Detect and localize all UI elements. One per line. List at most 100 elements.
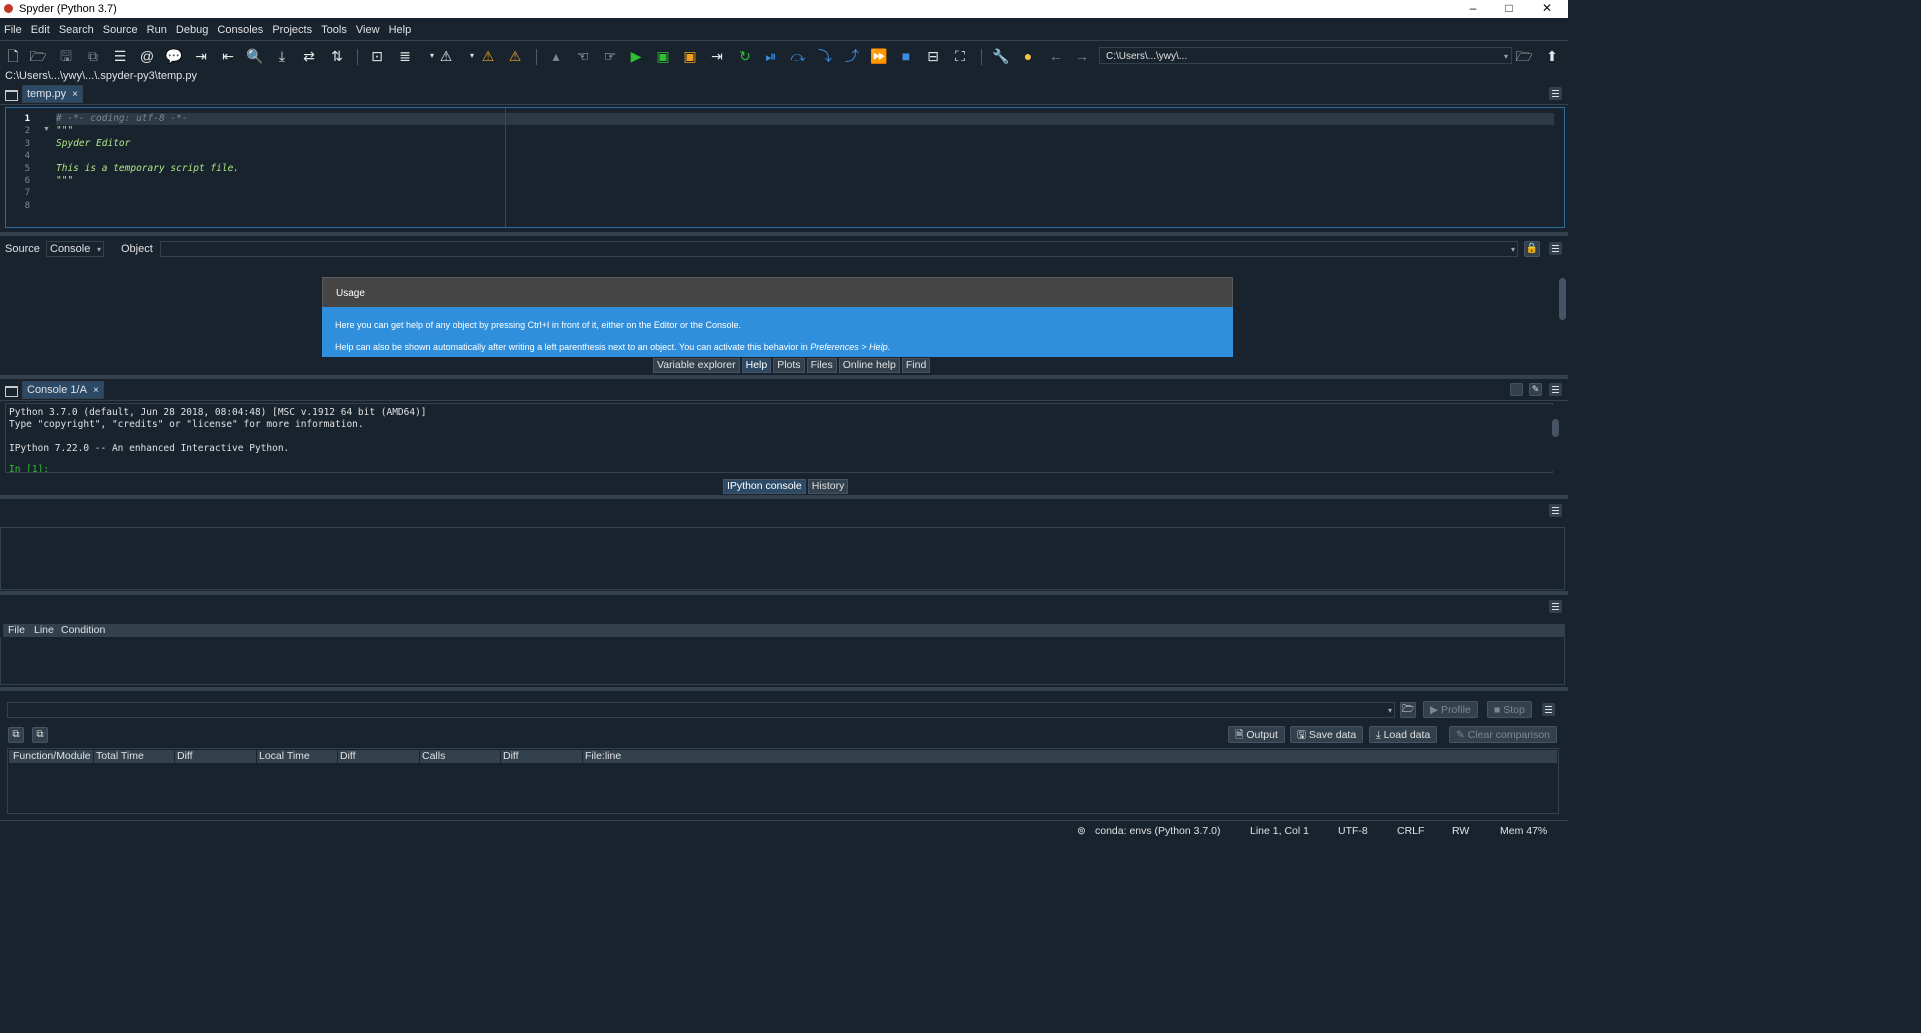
tab-find[interactable]: Find [901,358,931,373]
pane-splitter[interactable] [0,375,1568,379]
column-line[interactable]: Line [34,624,54,637]
warnings-icon[interactable]: ⚠ [437,47,455,65]
previous-warning-icon[interactable]: ⚠ [479,47,497,65]
object-combo[interactable]: ▾ [160,241,1518,257]
close-window-button[interactable]: ✕ [1529,0,1565,18]
replace-icon[interactable]: ⇄ [300,47,318,65]
menu-debug[interactable]: Debug [174,18,210,42]
source-combo[interactable]: Console ▾ [46,241,104,257]
pane-splitter[interactable] [0,495,1568,499]
expand-all-icon[interactable]: ⧉ [8,727,24,743]
python-path-icon[interactable]: ● [1019,47,1037,65]
menu-tools[interactable]: Tools [319,18,349,42]
fullscreen-icon[interactable]: ⛶ [951,47,969,65]
tab-variable-explorer[interactable]: Variable explorer [653,358,740,373]
browse-folder-icon[interactable]: 🗁 [1515,47,1533,65]
maximize-pane-icon[interactable]: ⊟ [924,47,942,65]
pane-options-menu-icon[interactable] [1549,504,1562,517]
close-tab-icon[interactable]: × [72,89,78,100]
clear-comparison-button[interactable]: ✎ Clear comparison [1449,726,1558,743]
stop-button[interactable]: ■ Stop [1487,701,1532,718]
profile-button[interactable]: ▶ Profile [1423,701,1478,718]
tab-help[interactable]: Help [741,358,772,373]
column-total-time[interactable]: Total Time [93,750,175,763]
run-file-icon[interactable]: ▶ [627,47,645,65]
fold-indicator-icon[interactable]: ▼ [43,126,50,133]
step-into-icon[interactable]: ⤵ [816,47,834,65]
lock-icon[interactable]: 🔒 [1524,241,1540,257]
debug-icon[interactable]: ⏯ [762,47,780,65]
search-icon[interactable]: 🔍 [246,47,264,65]
code-area[interactable]: # -*- coding: utf-8 -*- """ Spyder Edito… [56,113,1554,212]
pane-splitter[interactable] [0,591,1568,595]
rerun-icon[interactable]: ↻ [736,47,754,65]
open-file-icon[interactable]: 🗁 [29,47,47,65]
minimize-button[interactable]: – [1455,0,1491,18]
working-directory-combo[interactable]: C:\Users\...\ywy\... ▾ [1099,47,1512,64]
profiler-options-menu-icon[interactable] [1542,703,1555,716]
previous-cursor-icon[interactable]: ☜ [574,47,592,65]
comment-icon[interactable]: 💬 [165,47,183,65]
run-selection-icon[interactable]: ⇥ [708,47,726,65]
console-options-menu-icon[interactable] [1549,383,1562,396]
tab-history[interactable]: History [807,479,849,494]
help-options-menu-icon[interactable] [1549,242,1562,255]
file-list-icon[interactable]: ☰ [111,47,129,65]
menu-projects[interactable]: Projects [270,18,314,42]
indent-icon[interactable]: ⇥ [192,47,210,65]
browse-folder-icon[interactable]: 🗁 [1400,702,1416,718]
unindent-icon[interactable]: ⇤ [219,47,237,65]
collapse-all-icon[interactable]: ⧉ [32,727,48,743]
tab-files[interactable]: Files [806,358,837,373]
tab-console-1a[interactable]: Console 1/A × [22,381,104,399]
pane-browse-icon[interactable] [5,90,18,101]
parent-directory-icon[interactable]: ⬆ [1543,47,1561,65]
maximize-button[interactable]: □ [1491,0,1527,18]
search-in-files-icon[interactable]: ⤓ [273,47,291,65]
column-diff[interactable]: Diff [500,750,583,763]
clear-console-icon[interactable]: ✎ [1529,383,1542,396]
column-local-time[interactable]: Local Time [256,750,338,763]
save-file-icon[interactable]: 🖫 [57,47,75,65]
pane-splitter[interactable] [0,687,1568,691]
save-data-button[interactable]: 🖫 Save data [1290,726,1364,743]
breakpoints-table[interactable] [0,637,1565,685]
column-file-line[interactable]: File:line [582,750,1545,763]
next-warning-icon[interactable]: ⚠ [506,47,524,65]
run-cell-icon[interactable]: ▣ [654,47,672,65]
status-environment[interactable]: conda: envs (Python 3.7.0) [1095,825,1221,837]
ipython-console[interactable]: Python 3.7.0 (default, Jun 28 2018, 08:0… [5,403,1553,473]
column-file[interactable]: File [8,624,25,637]
forward-arrow-icon[interactable]: → [1073,47,1091,65]
step-return-icon[interactable]: ⤴ [843,47,861,65]
run-cell-advance-icon[interactable]: ▣ [681,47,699,65]
close-tab-icon[interactable]: × [93,385,99,396]
column-diff[interactable]: Diff [337,750,420,763]
menu-source[interactable]: Source [101,18,140,42]
editor-options-menu-icon[interactable] [1549,87,1562,100]
menu-view[interactable]: View [354,18,382,42]
continue-icon[interactable]: ⏩ [870,47,888,65]
tab-online-help[interactable]: Online help [838,358,900,373]
todo-list-icon[interactable]: ≣ [396,47,414,65]
help-scrollbar[interactable] [1557,268,1567,356]
load-data-button[interactable]: ⤓ Load data [1369,726,1438,743]
save-all-icon[interactable]: ⧉ [84,47,102,65]
breakpoints-options-menu-icon[interactable] [1549,600,1562,613]
menu-edit[interactable]: Edit [29,18,52,42]
next-cursor-icon[interactable]: ☞ [601,47,619,65]
pane-splitter[interactable] [0,232,1568,236]
pane-browse-icon[interactable] [5,386,18,397]
new-file-icon[interactable]: 🗋 [4,47,22,65]
stop-kernel-icon[interactable] [1510,383,1523,396]
column-condition[interactable]: Condition [61,624,105,637]
profiler-file-combo[interactable]: ▾ [7,702,1395,718]
menu-run[interactable]: Run [145,18,169,42]
console-scrollbar[interactable] [1550,405,1560,471]
preferences-wrench-icon[interactable]: 🔧 [992,47,1010,65]
column-diff[interactable]: Diff [174,750,257,763]
column-function-module[interactable]: Function/Module [9,750,94,763]
menu-consoles[interactable]: Consoles [215,18,265,42]
tab-temp-py[interactable]: temp.py × [22,85,83,103]
last-edit-location-icon[interactable]: ▴ [547,47,565,65]
